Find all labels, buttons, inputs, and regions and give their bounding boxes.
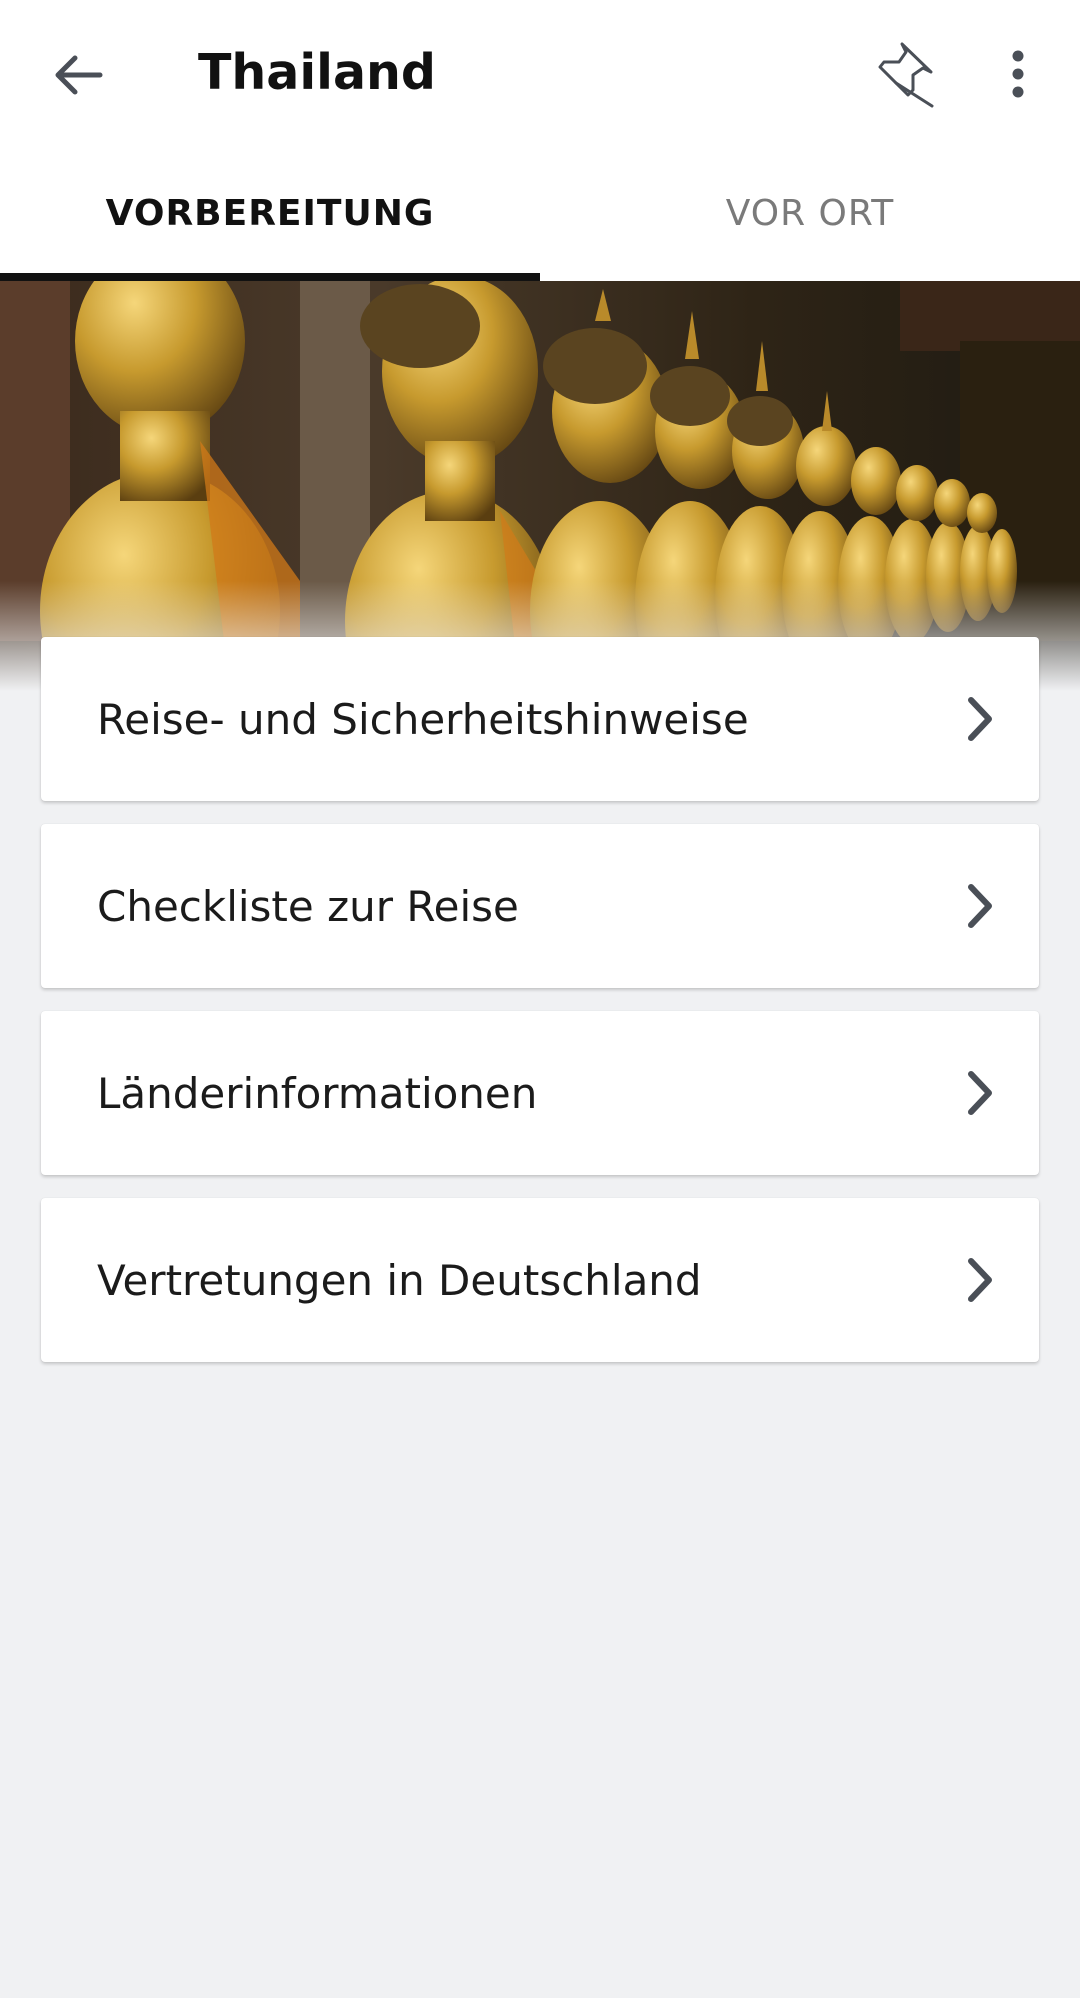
more-options-button[interactable] (978, 38, 1058, 110)
menu-item-label: Vertretungen in Deutschland (97, 1255, 702, 1305)
chevron-right-icon (955, 694, 1005, 744)
tab-bar: VORBEREITUNG VOR ORT (0, 145, 1080, 281)
menu-item-label: Reise- und Sicherheitshinweise (97, 694, 749, 744)
app-screen: Thailand VORBEREITUNG VOR ORT Reise- und… (0, 0, 1080, 1998)
chevron-right-icon (955, 1255, 1005, 1305)
pin-icon (878, 42, 934, 108)
menu-list: Reise- und Sicherheitshinweise Checklist… (41, 637, 1039, 1385)
arrow-left-icon (55, 55, 103, 95)
menu-item-label: Checkliste zur Reise (97, 881, 519, 931)
buddha-statues-image (0, 281, 1080, 691)
pin-button[interactable] (862, 32, 946, 116)
hero-image (0, 281, 1080, 691)
menu-item-vertretungen[interactable]: Vertretungen in Deutschland (41, 1198, 1039, 1362)
menu-item-label: Länderinformationen (97, 1068, 538, 1118)
chevron-right-icon (955, 1068, 1005, 1118)
more-vert-icon (1012, 50, 1024, 98)
menu-item-reise-sicherheitshinweise[interactable]: Reise- und Sicherheitshinweise (41, 637, 1039, 801)
menu-item-checkliste[interactable]: Checkliste zur Reise (41, 824, 1039, 988)
tab-vorbereitung[interactable]: VORBEREITUNG (0, 145, 540, 281)
menu-item-laenderinformationen[interactable]: Länderinformationen (41, 1011, 1039, 1175)
chevron-right-icon (955, 881, 1005, 931)
tab-vor-ort[interactable]: VOR ORT (540, 145, 1080, 281)
back-button[interactable] (40, 37, 116, 113)
app-bar: Thailand (0, 0, 1080, 145)
page-title: Thailand (198, 44, 436, 101)
